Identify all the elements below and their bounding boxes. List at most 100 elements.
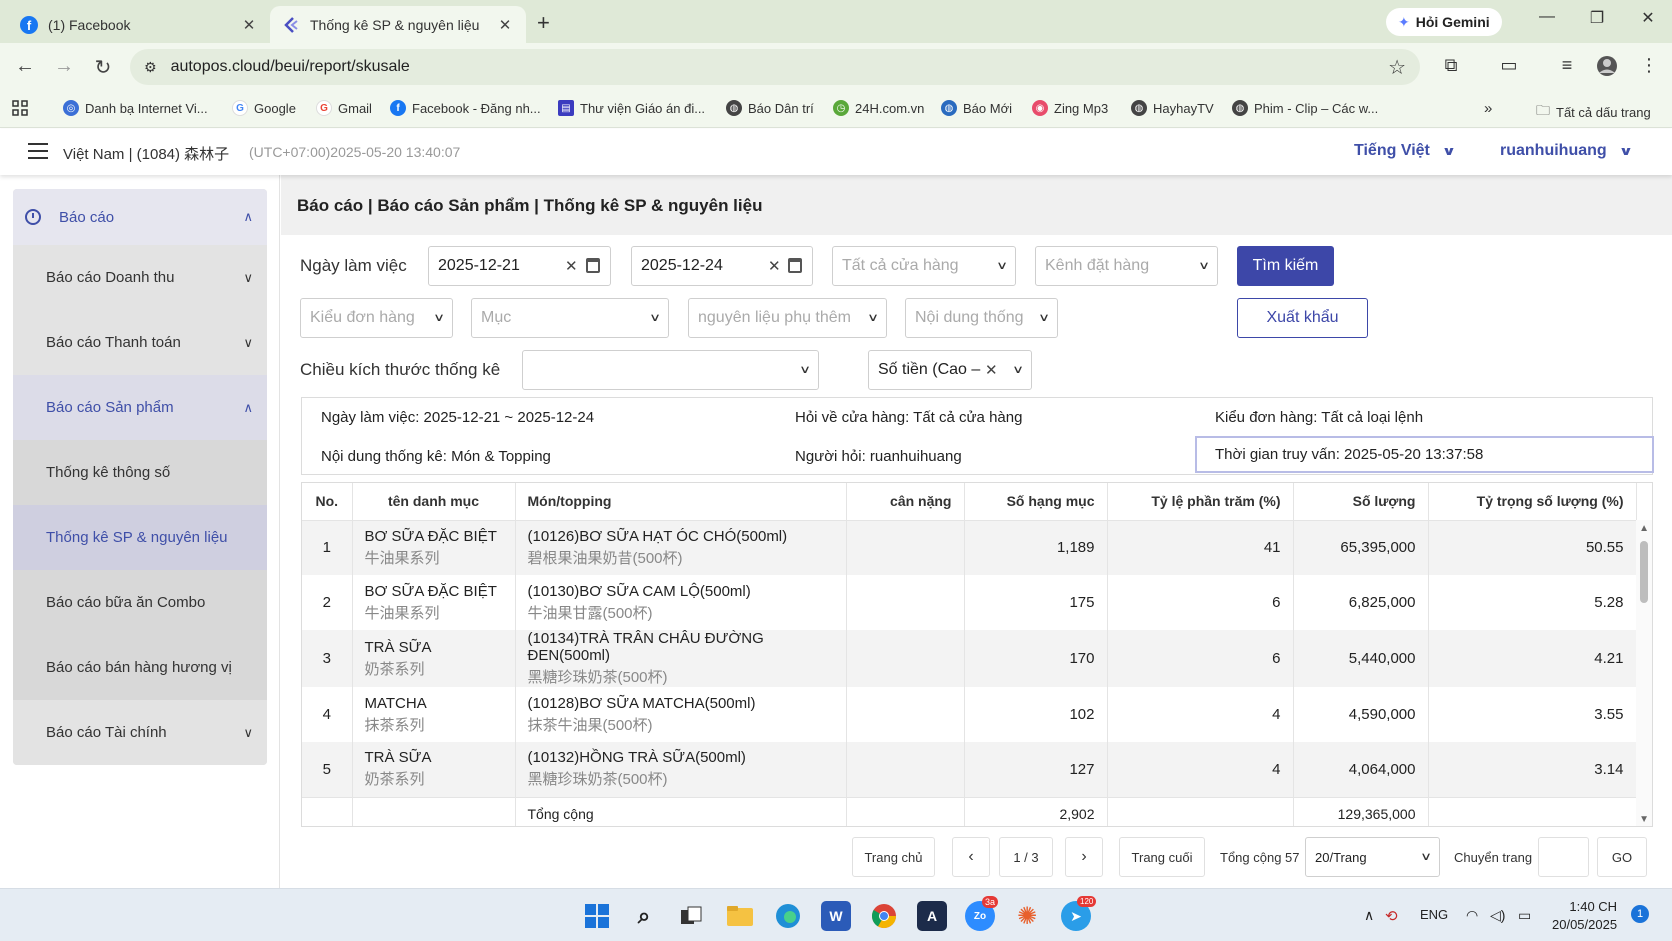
minimize-icon[interactable]: — (1533, 8, 1561, 26)
col-header-item[interactable]: Món/topping (515, 483, 847, 521)
content-select[interactable]: Nội dung thống ∨ (905, 298, 1058, 338)
calendar-icon[interactable] (788, 258, 802, 273)
hamburger-menu-icon[interactable] (28, 143, 48, 159)
clear-icon[interactable]: ✕ (985, 361, 998, 379)
table-row[interactable]: 1 BƠ SỮA ĐẶC BIỆT 牛油果系列 (10126)BƠ SỮA HẠT… (302, 520, 1637, 575)
table-row[interactable]: 3 TRÀ SỮA 奶茶系列 (10134)TRÀ TRÂN CHÂU ĐƯỜNG… (302, 630, 1637, 687)
scroll-up-icon[interactable]: ▲ (1639, 523, 1649, 534)
last-page-button[interactable]: Trang cuối (1119, 837, 1205, 877)
category-select[interactable]: Mục ∨ (471, 298, 669, 338)
bookmark-google[interactable]: G Google (232, 100, 296, 116)
profile-avatar-icon[interactable] (1594, 55, 1620, 82)
table-row[interactable]: 5 TRÀ SỮA 奶茶系列 (10132)HỒNG TRÀ SỮA(500ml)… (302, 742, 1637, 797)
user-menu[interactable]: ruanhuihuang ∨ (1500, 142, 1633, 160)
all-bookmarks[interactable]: 🗀 Tất cả dấu trang (1536, 100, 1651, 124)
cast-icon[interactable]: ▭ (1496, 55, 1522, 76)
col-header-quantity-percent[interactable]: Tỷ trọng số lượng (%) (1428, 483, 1637, 521)
col-header-count[interactable]: Số hạng mục (964, 483, 1108, 521)
notification-badge[interactable]: 1 (1631, 905, 1649, 923)
search-button[interactable]: Tìm kiếm (1237, 246, 1334, 286)
bookmark-zing[interactable]: ◉ Zing Mp3 (1032, 100, 1108, 116)
gemini-button[interactable]: ✦ Hỏi Gemini (1386, 8, 1502, 36)
new-tab-icon[interactable]: + (537, 10, 550, 36)
apps-grid-icon[interactable] (12, 100, 28, 116)
tab-facebook[interactable]: f (1) Facebook ✕ (8, 6, 270, 43)
task-view-icon[interactable] (676, 901, 706, 931)
sidebar-item-san-pham[interactable]: Báo cáo Sản phẩm ∧ (13, 375, 267, 440)
bookmark-thu-vien[interactable]: ▤ Thư viện Giáo án đi... (558, 100, 705, 116)
sidebar-item-huong-vi[interactable]: Báo cáo bán hàng hương vị (13, 635, 267, 700)
bookmark-hayhay[interactable]: ◍ HayhayTV (1131, 100, 1214, 116)
bookmarks-overflow-icon[interactable]: » (1484, 100, 1492, 117)
back-icon[interactable]: ← (12, 55, 38, 78)
sidebar-item-doanh-thu[interactable]: Báo cáo Doanh thu ∨ (13, 245, 267, 310)
per-page-select[interactable]: 20/Trang ∨ (1305, 837, 1440, 877)
dimension-select[interactable]: ∨ (522, 350, 819, 390)
close-tab-icon[interactable]: ✕ (496, 16, 514, 34)
channel-select[interactable]: Kênh đặt hàng ∨ (1035, 246, 1218, 286)
date-from-input[interactable]: 2025-12-21 ✕ (428, 246, 611, 286)
network-alert-icon[interactable]: ⟲ (1385, 907, 1398, 925)
maximize-icon[interactable]: ❐ (1583, 8, 1611, 28)
bookmark-danh-ba[interactable]: ◎ Danh bạ Internet Vi... (63, 100, 208, 116)
sidebar-item-tai-chinh[interactable]: Báo cáo Tài chính ∨ (13, 700, 267, 765)
date-to-input[interactable]: 2025-12-24 ✕ (631, 246, 813, 286)
extensions-icon[interactable]: ⧉ (1438, 55, 1464, 76)
media-icon[interactable]: ≡ (1554, 55, 1580, 76)
sidebar-item-bao-cao[interactable]: Báo cáo ∧ (13, 189, 267, 245)
col-header-no[interactable]: No. (302, 483, 353, 521)
windows-start-icon[interactable] (582, 901, 612, 931)
sidebar-item-combo[interactable]: Báo cáo bữa ăn Combo (13, 570, 267, 635)
sidebar-item-thanh-toan[interactable]: Báo cáo Thanh toán ∨ (13, 310, 267, 375)
address-bar[interactable]: ⚙ autopos.cloud/beui/report/skusale ☆ (130, 49, 1420, 85)
goto-page-input[interactable] (1538, 837, 1589, 877)
search-icon[interactable]: ⌕ (629, 901, 659, 931)
bookmark-star-icon[interactable]: ☆ (1388, 55, 1406, 80)
clear-icon[interactable]: ✕ (768, 257, 781, 275)
autodesk-icon[interactable]: A (917, 901, 947, 931)
sidebar-item-thong-ke-thong-so[interactable]: Thống kê thông số (13, 440, 267, 505)
forward-icon[interactable]: → (51, 55, 77, 78)
reload-icon[interactable]: ↻ (90, 55, 116, 80)
sort-select[interactable]: Số tiền (Cao – ✕ ∨ (868, 350, 1032, 390)
input-language[interactable]: ENG (1420, 907, 1448, 922)
scrollbar-thumb[interactable] (1640, 541, 1648, 603)
tray-overflow-icon[interactable]: ∧ (1364, 907, 1374, 924)
bookmark-gmail[interactable]: G Gmail (316, 100, 372, 116)
wifi-icon[interactable]: ◠ (1466, 907, 1478, 924)
bookmark-phim[interactable]: ◍ Phim - Clip – Các w... (1232, 100, 1378, 116)
table-row[interactable]: 2 BƠ SỮA ĐẶC BIỆT 牛油果系列 (10130)BƠ SỮA CAM… (302, 575, 1637, 630)
col-header-quantity[interactable]: Số lượng (1293, 483, 1429, 521)
go-button[interactable]: GO (1597, 837, 1647, 877)
more-menu-icon[interactable]: ⋮ (1636, 55, 1662, 76)
order-type-select[interactable]: Kiểu đơn hàng ∨ (300, 298, 453, 338)
export-button[interactable]: Xuất khẩu (1237, 298, 1368, 338)
next-page-button[interactable]: › (1065, 837, 1103, 877)
clear-icon[interactable]: ✕ (565, 257, 578, 275)
system-clock[interactable]: 1:40 CH 20/05/2025 (1552, 898, 1617, 934)
first-page-button[interactable]: Trang chủ (852, 837, 935, 877)
language-select[interactable]: Tiếng Việt ∨ (1354, 142, 1456, 160)
edge-icon[interactable] (773, 901, 803, 931)
file-explorer-icon[interactable] (725, 901, 755, 931)
bookmark-24h[interactable]: ◷ 24H.com.vn (833, 100, 924, 116)
store-select[interactable]: Tất cả cửa hàng ∨ (832, 246, 1016, 286)
col-header-category[interactable]: tên danh mục (352, 483, 516, 521)
col-header-percent[interactable]: Tỷ lệ phần trăm (%) (1107, 483, 1294, 521)
word-icon[interactable]: W (821, 901, 851, 931)
bookmark-facebook[interactable]: f Facebook - Đăng nh... (390, 100, 541, 116)
bookmark-bao-moi[interactable]: ◍ Báo Mới (941, 100, 1012, 116)
table-row[interactable]: 4 MATCHA 抹茶系列 (10128)BƠ SỮA MATCHA(500ml)… (302, 687, 1637, 742)
col-header-weight[interactable]: cân nặng (846, 483, 965, 521)
app-sun-icon[interactable]: ✺ (1012, 901, 1042, 931)
calendar-icon[interactable] (586, 258, 600, 273)
tab-thong-ke[interactable]: Thống kê SP & nguyên liệu ✕ (270, 6, 526, 43)
ingredient-select[interactable]: nguyên liệu phụ thêm ∨ (688, 298, 887, 338)
close-tab-icon[interactable]: ✕ (240, 16, 258, 34)
volume-icon[interactable]: ◁) (1490, 907, 1505, 924)
sidebar-item-thong-ke-sp[interactable]: Thống kê SP & nguyên liệu (13, 505, 267, 570)
site-settings-icon[interactable]: ⚙ (144, 59, 157, 76)
scroll-down-icon[interactable]: ▼ (1639, 814, 1649, 825)
bookmark-dan-tri[interactable]: ◍ Báo Dân trí (726, 100, 814, 116)
prev-page-button[interactable]: ‹ (952, 837, 990, 877)
